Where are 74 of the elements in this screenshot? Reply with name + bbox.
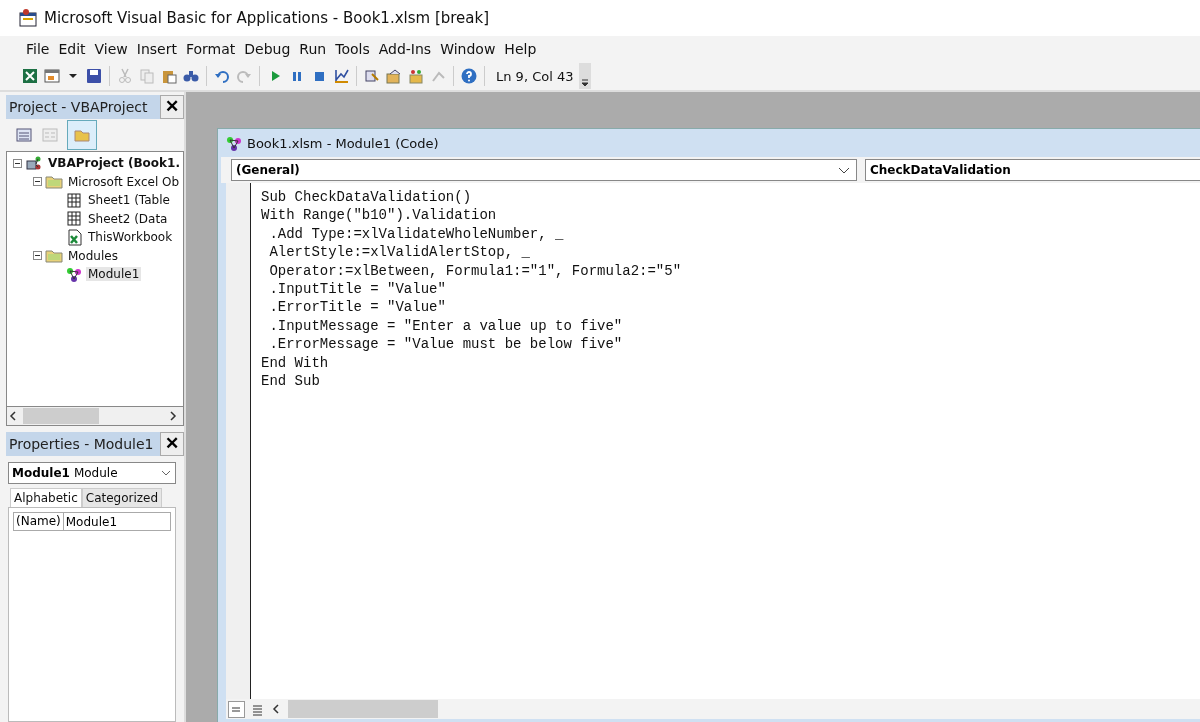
vba-app-icon <box>18 8 38 28</box>
menu-item[interactable]: Window <box>436 38 500 60</box>
menu-item[interactable]: Format <box>181 38 240 60</box>
toggle-folders-icon[interactable] <box>68 121 96 149</box>
workbook-icon <box>65 228 83 246</box>
procedure-dropdown[interactable]: CheckDataValidation <box>865 159 1200 181</box>
cursor-position: Ln 9, Col 43 <box>495 68 574 84</box>
save-icon[interactable] <box>86 68 102 84</box>
menu-item[interactable]: Insert <box>132 38 181 60</box>
menu-item[interactable]: View <box>90 38 132 60</box>
object-dropdown[interactable]: (General) <box>231 159 857 181</box>
scroll-left-icon[interactable] <box>7 410 19 422</box>
sheet-icon <box>65 191 83 209</box>
property-name: (Name) <box>14 513 64 530</box>
horizontal-scrollbar[interactable] <box>270 700 438 718</box>
code-line: Operator:=xlBetween, Formula1:="1", Formula2:="5" <box>268 261 682 281</box>
chevron-down-icon <box>161 469 171 477</box>
code-line: .ErrorMessage = "Value must be below five" <box>268 335 624 354</box>
toolbar-options-icon[interactable] <box>579 63 592 89</box>
scroll-left-icon[interactable] <box>270 703 282 715</box>
project-icon <box>25 154 43 172</box>
close-button[interactable]: ✕ <box>160 432 184 456</box>
tree-item[interactable]: VBAProject (Book1. <box>46 156 182 171</box>
procedure-view-icon[interactable] <box>228 700 245 718</box>
form-icon[interactable] <box>44 68 60 84</box>
toolbox-icon[interactable] <box>408 68 424 84</box>
menu-item[interactable]: Run <box>295 38 331 60</box>
tree-item[interactable]: Sheet1 (Table <box>86 193 172 208</box>
code-line: .ErrorTitle = "Value" <box>268 298 447 317</box>
module-icon <box>225 134 243 152</box>
code-line: With Range("b10").Validation <box>261 206 498 225</box>
module-icon <box>65 265 83 283</box>
chevron-down-icon <box>838 165 850 175</box>
code-line: Sub CheckDataValidation() <box>261 188 473 207</box>
code-line: .InputTitle = "Value" <box>268 280 447 299</box>
menu-item[interactable]: Edit <box>54 38 90 60</box>
code-line: .Add Type:=xlValidateWholeNumber, _ <box>268 224 565 244</box>
sheet-icon <box>65 210 83 228</box>
menu-item[interactable]: Debug <box>240 38 295 60</box>
folder-icon <box>45 247 63 265</box>
code-window-title: Book1.xlsm - Module1 (Code) <box>247 135 439 151</box>
menu-item[interactable]: File <box>22 38 54 60</box>
excel-icon[interactable] <box>22 68 38 84</box>
folder-icon <box>45 173 63 191</box>
code-line: End Sub <box>261 372 321 391</box>
tree-item[interactable]: Microsoft Excel Ob <box>66 174 182 189</box>
view-code-icon[interactable] <box>16 127 32 143</box>
menu-item[interactable]: Tools <box>331 38 374 60</box>
code-line: End With <box>261 353 330 373</box>
expand-toggle-icon[interactable] <box>33 177 42 187</box>
expand-toggle-icon[interactable] <box>13 158 22 168</box>
tree-item[interactable]: Modules <box>66 248 120 263</box>
close-button[interactable]: ✕ <box>160 95 184 119</box>
help-icon[interactable] <box>461 68 477 84</box>
binoculars-icon[interactable] <box>183 68 199 84</box>
tab[interactable]: Alphabetic <box>10 488 82 507</box>
menu-item[interactable]: Add-Ins <box>374 38 436 60</box>
window-title: Microsoft Visual Basic for Applications - Book1.xlsm [break] <box>44 9 490 27</box>
menu-item[interactable]: Help <box>500 38 541 60</box>
code-line: .InputMessage = "Enter a value up to five" <box>268 316 624 336</box>
tree-item[interactable]: ThisWorkbook <box>86 230 175 245</box>
horizontal-scrollbar[interactable] <box>6 407 184 426</box>
pane-title: Project - VBAProject <box>9 99 148 115</box>
scroll-right-icon[interactable] <box>167 410 179 422</box>
code-line: AlertStyle:=xlValidAlertStop, _ <box>268 243 531 262</box>
tree-item[interactable]: Sheet2 (Data <box>86 211 170 226</box>
expand-toggle-icon[interactable] <box>33 251 42 261</box>
undo-icon[interactable] <box>214 68 230 84</box>
tree-item[interactable]: Module1 <box>86 267 142 282</box>
property-value[interactable]: Module1 <box>63 514 120 529</box>
paste-icon[interactable] <box>161 68 177 84</box>
pane-title: Properties - Module1 <box>9 436 154 452</box>
tab[interactable]: Categorized <box>81 488 163 507</box>
object-dropdown[interactable]: Module1 Module <box>8 462 176 484</box>
